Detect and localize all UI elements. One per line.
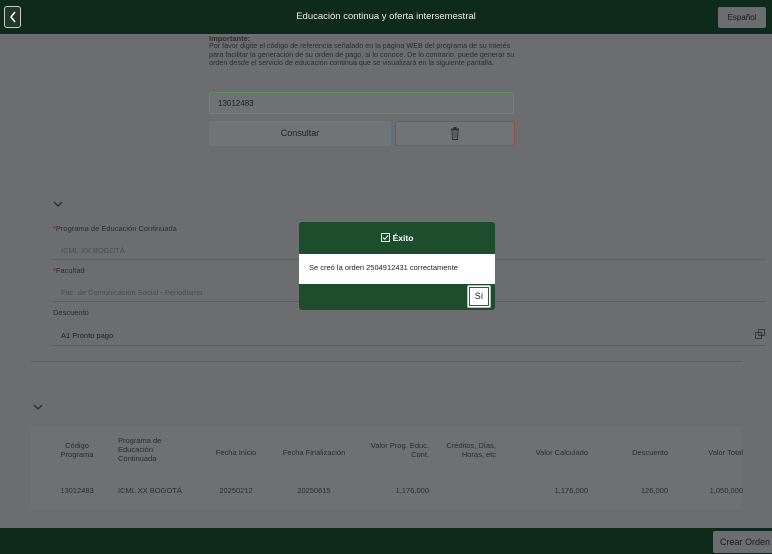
dialog-footer — [299, 284, 495, 310]
collapse-form-chevron-icon[interactable] — [53, 200, 63, 208]
programa-label: *Programa de Educación Continuada — [53, 224, 177, 233]
descuento-field[interactable]: A1 Pronto pago — [53, 324, 765, 346]
value-help-icon[interactable] — [755, 329, 766, 340]
notice-body: Por favor digite el código de referencia… — [209, 41, 515, 68]
trash-icon — [451, 127, 459, 140]
cell-fecha-fin: 20250615 — [297, 486, 331, 495]
cell-codigo: 13012483 — [60, 486, 94, 495]
table-row[interactable]: 13012483 ICML XX BOGOTÁ 20250212 2025061… — [31, 474, 743, 508]
footer-bar — [0, 528, 772, 554]
table-header-valor-prog: Valor Prog. Educ. Cont. — [370, 441, 429, 459]
dialog-message: Se creó la orden 2504912431 correctament… — [299, 254, 495, 284]
cell-valor-calculado: 1,176,000 — [554, 486, 588, 495]
delete-button[interactable] — [395, 121, 515, 146]
cell-valor-prog: 1,176,000 — [395, 486, 429, 495]
table-header-valor-total: Valor Total — [708, 448, 743, 457]
dialog-header: Éxito — [299, 222, 495, 254]
table-header-fecha-fin: Fecha Finalización — [282, 448, 346, 457]
table-header-codigo: Código Programa — [60, 441, 94, 459]
table-header-descuento: Descuento — [632, 448, 668, 457]
consult-button[interactable]: Consultar — [209, 121, 391, 146]
section-divider — [31, 361, 742, 362]
table-header-valor-calculado: Valor Calculado — [535, 448, 588, 457]
yes-button[interactable]: Sí — [467, 285, 491, 308]
facultad-label: *Facultad — [53, 266, 85, 275]
page-title: Educación continua y oferta intersemestr… — [296, 11, 476, 22]
language-button[interactable]: Español — [718, 7, 766, 28]
cell-fecha-inicio: 20250212 — [219, 486, 253, 495]
dialog-title: Éxito — [392, 233, 414, 243]
table-header-fecha-inicio: Fecha Inicio — [215, 448, 257, 457]
cell-programa: ICML XX BOGOTÁ — [118, 486, 182, 495]
descuento-label: Descuento — [53, 308, 89, 317]
cell-descuento: 126,000 — [640, 486, 668, 495]
success-dialog: Éxito Se creó la orden 2504912431 correc… — [299, 222, 495, 310]
table-header-creditos: Créditos, Días, Horas, etc — [446, 441, 496, 459]
cell-valor-total: 1,050,000 — [709, 486, 743, 495]
reference-code-input[interactable]: 13012483 — [209, 92, 514, 114]
checkbox-check-icon — [380, 233, 390, 242]
collapse-table-chevron-icon[interactable] — [33, 403, 43, 411]
create-order-button[interactable]: Crear Orden — [713, 531, 772, 553]
table-header-programa: Programa de Educación Continuada — [118, 436, 162, 463]
